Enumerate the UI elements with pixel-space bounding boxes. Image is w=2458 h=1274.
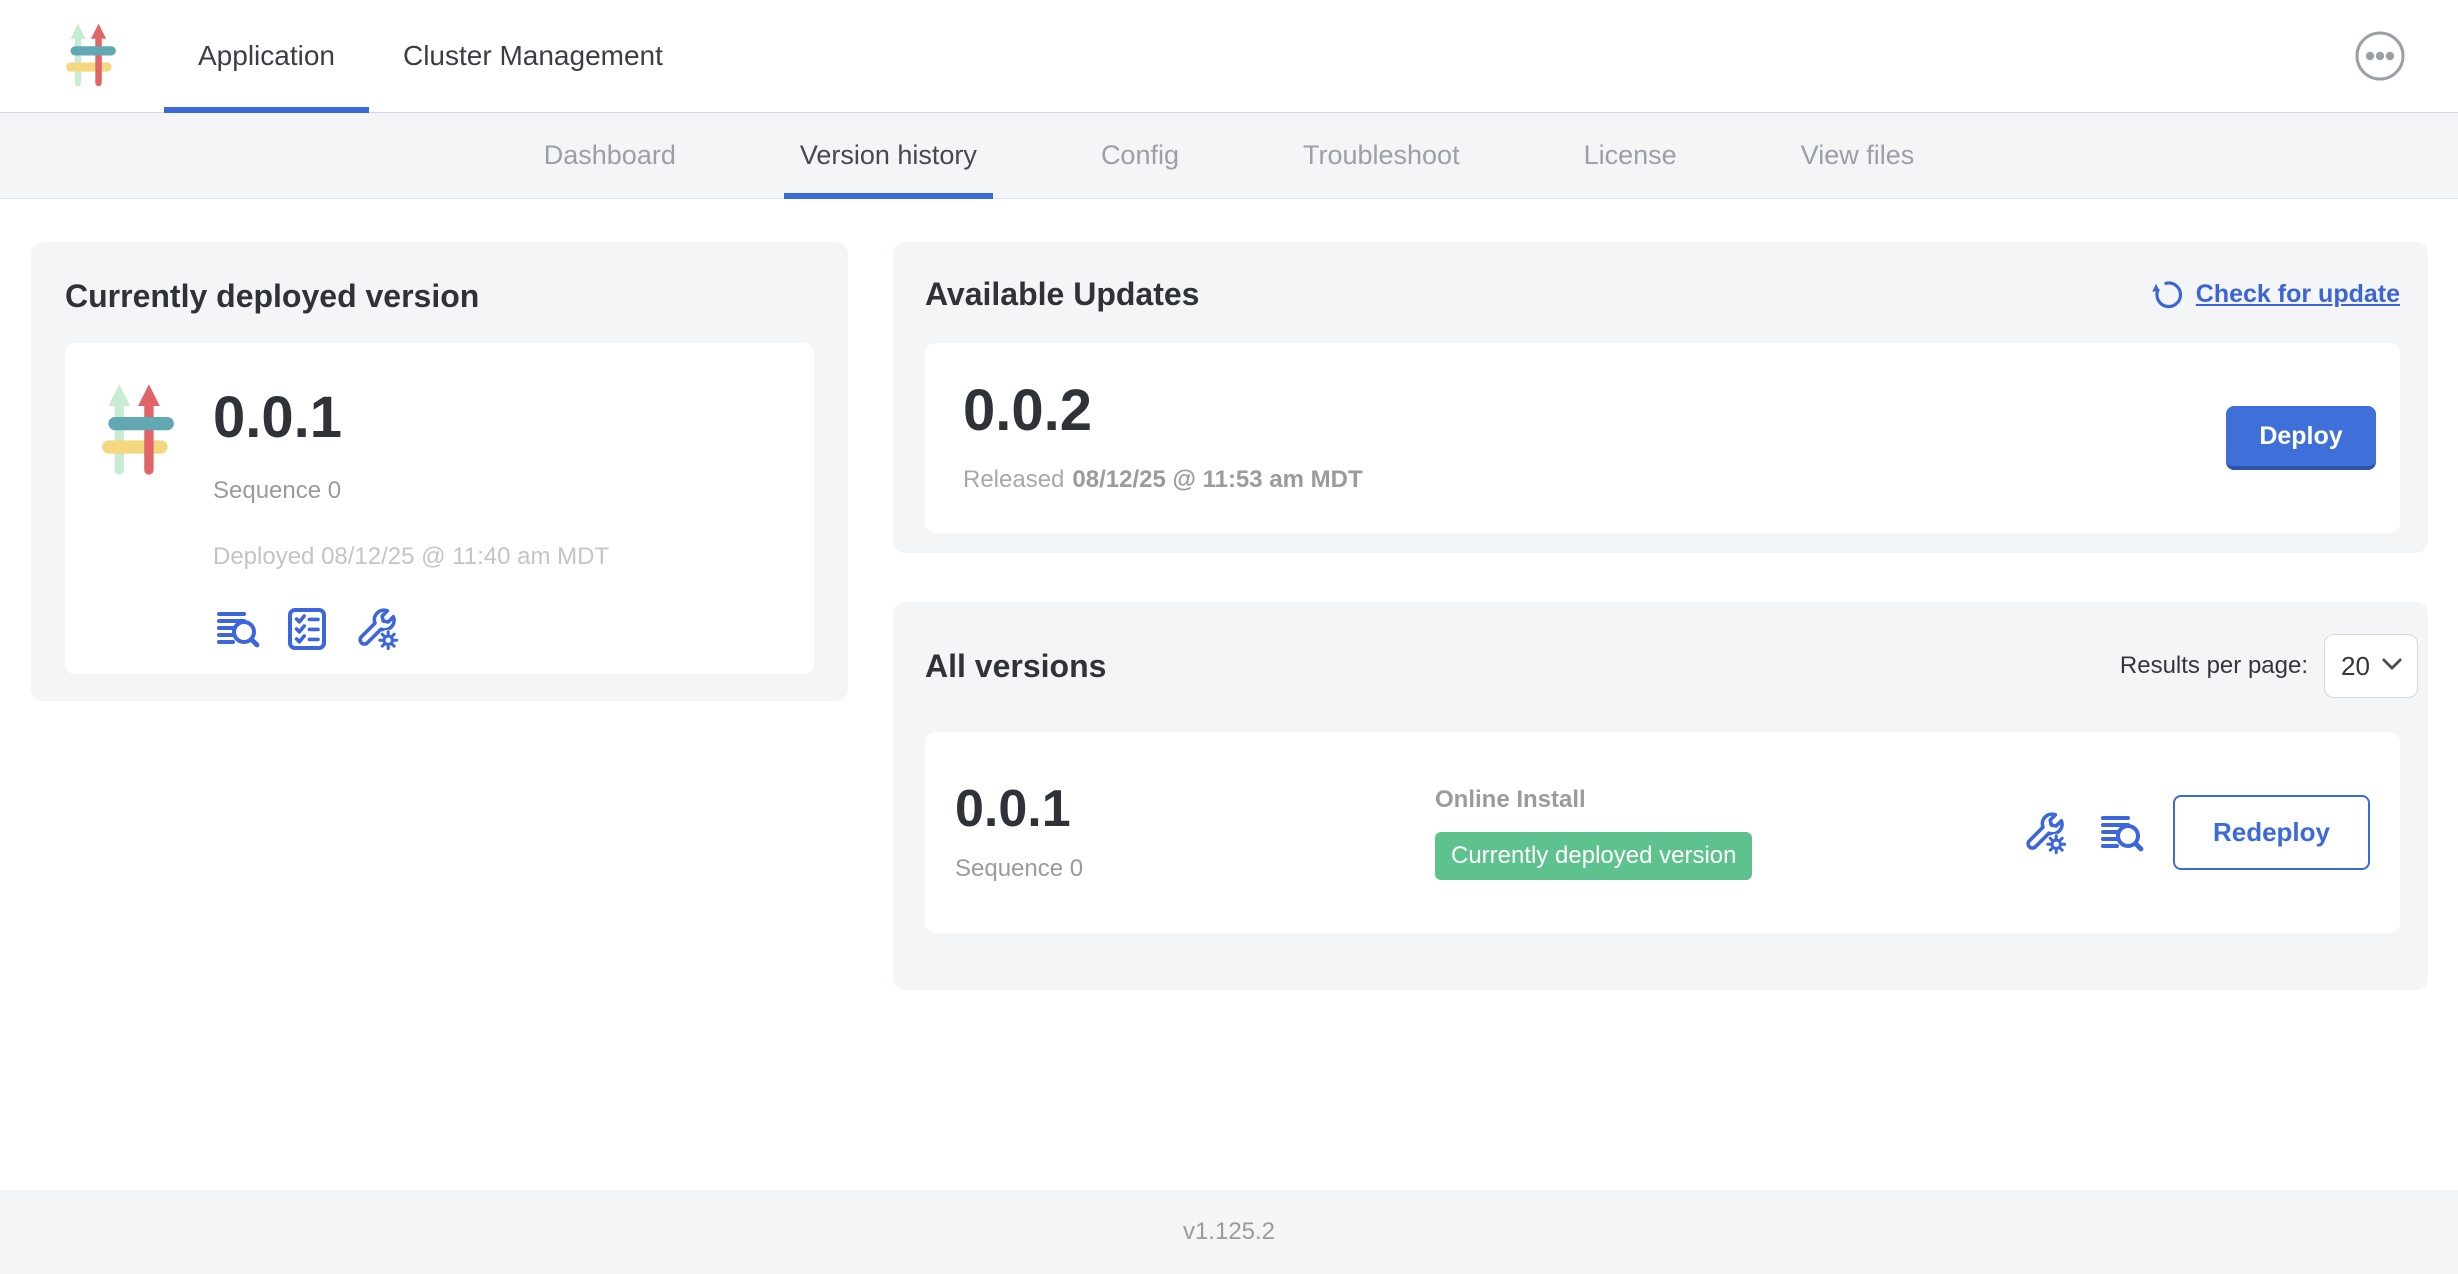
subnav-tab-license[interactable]: License [1568, 113, 1693, 198]
row-version-number: 0.0.1 [955, 783, 1435, 835]
currently-deployed-badge: Currently deployed version [1435, 832, 1752, 880]
version-history-page: Application Cluster Management Dashboard… [0, 0, 2458, 1274]
available-updates-card: Available Updates Check for update 0.0.2 [893, 242, 2428, 553]
row-actions: Redeploy [2021, 795, 2370, 870]
results-per-page-value: 20 [2341, 651, 2370, 682]
subnav-tab-version-history[interactable]: Version history [784, 113, 993, 198]
deployed-action-icons [213, 605, 609, 653]
check-for-update-label: Check for update [2196, 280, 2400, 309]
update-released-timestamp: Released 08/12/25 @ 11:53 am MDT [963, 466, 1363, 494]
released-prefix: Released [963, 466, 1064, 493]
header-right [2354, 30, 2406, 82]
edit-config-icon[interactable] [2021, 809, 2069, 857]
refresh-icon [2148, 278, 2182, 312]
app-footer: v1.125.2 [0, 1190, 2458, 1274]
subnav-tab-troubleshoot[interactable]: Troubleshoot [1287, 113, 1476, 198]
release-notes-icon[interactable] [2097, 809, 2145, 857]
all-versions-card: All versions Results per page: 20 0.0.1 … [893, 602, 2428, 990]
app-subnav: Dashboard Version history Config Trouble… [0, 113, 2458, 199]
redeploy-button[interactable]: Redeploy [2173, 795, 2370, 870]
deploy-button[interactable]: Deploy [2226, 406, 2376, 470]
edit-config-icon[interactable] [353, 605, 401, 653]
app-logo-icon [99, 381, 177, 481]
header-tabs: Application Cluster Management [164, 0, 697, 112]
deployed-sequence: Sequence 0 [213, 477, 609, 505]
tab-cluster-management[interactable]: Cluster Management [369, 0, 697, 112]
currently-deployed-title: Currently deployed version [65, 278, 814, 315]
check-for-update-link[interactable]: Check for update [2148, 278, 2400, 312]
subnav-dashboard-label: Dashboard [544, 140, 676, 171]
results-per-page-select[interactable]: 20 [2324, 634, 2418, 698]
app-logo-icon [64, 17, 118, 95]
subnav-license-label: License [1584, 140, 1677, 171]
console-version: v1.125.2 [1183, 1218, 1275, 1246]
tab-cluster-management-label: Cluster Management [403, 40, 663, 72]
deployed-version-number: 0.0.1 [213, 389, 609, 447]
tab-application-label: Application [198, 40, 335, 72]
available-update-row: 0.0.2 Released 08/12/25 @ 11:53 am MDT De… [925, 343, 2400, 533]
currently-deployed-card: Currently deployed version 0.0.1 Sequenc… [31, 242, 848, 701]
results-per-page-label: Results per page: [2120, 652, 2308, 680]
currently-deployed-panel: 0.0.1 Sequence 0 Deployed 08/12/25 @ 11:… [65, 343, 814, 674]
deployed-timestamp: Deployed 08/12/25 @ 11:40 am MDT [213, 543, 609, 571]
subnav-tab-dashboard[interactable]: Dashboard [528, 113, 692, 198]
subnav-tab-config[interactable]: Config [1085, 113, 1195, 198]
released-date: 08/12/25 @ 11:53 am MDT [1072, 466, 1362, 493]
release-notes-icon[interactable] [213, 605, 261, 653]
results-per-page-group: Results per page: 20 [2120, 634, 2400, 698]
subnav-troubleshoot-label: Troubleshoot [1303, 140, 1460, 171]
row-sequence: Sequence 0 [955, 855, 1435, 883]
subnav-view-files-label: View files [1801, 140, 1915, 171]
available-updates-title: Available Updates [925, 276, 1199, 313]
subnav-tab-view-files[interactable]: View files [1785, 113, 1931, 198]
subnav-version-history-label: Version history [800, 140, 977, 171]
version-row: 0.0.1 Sequence 0 Online Install Currentl… [925, 732, 2400, 933]
ellipsis-circle-icon[interactable] [2354, 30, 2406, 82]
tab-application[interactable]: Application [164, 0, 369, 112]
update-version-number: 0.0.2 [963, 382, 1363, 440]
row-install-type: Online Install [1435, 786, 2021, 814]
subnav-config-label: Config [1101, 140, 1179, 171]
preflight-checks-icon[interactable] [283, 605, 331, 653]
all-versions-title: All versions [925, 648, 1106, 685]
chevron-down-icon [2381, 657, 2403, 676]
app-header: Application Cluster Management [0, 0, 2458, 113]
main-content: Currently deployed version 0.0.1 Sequenc… [0, 199, 2458, 1190]
